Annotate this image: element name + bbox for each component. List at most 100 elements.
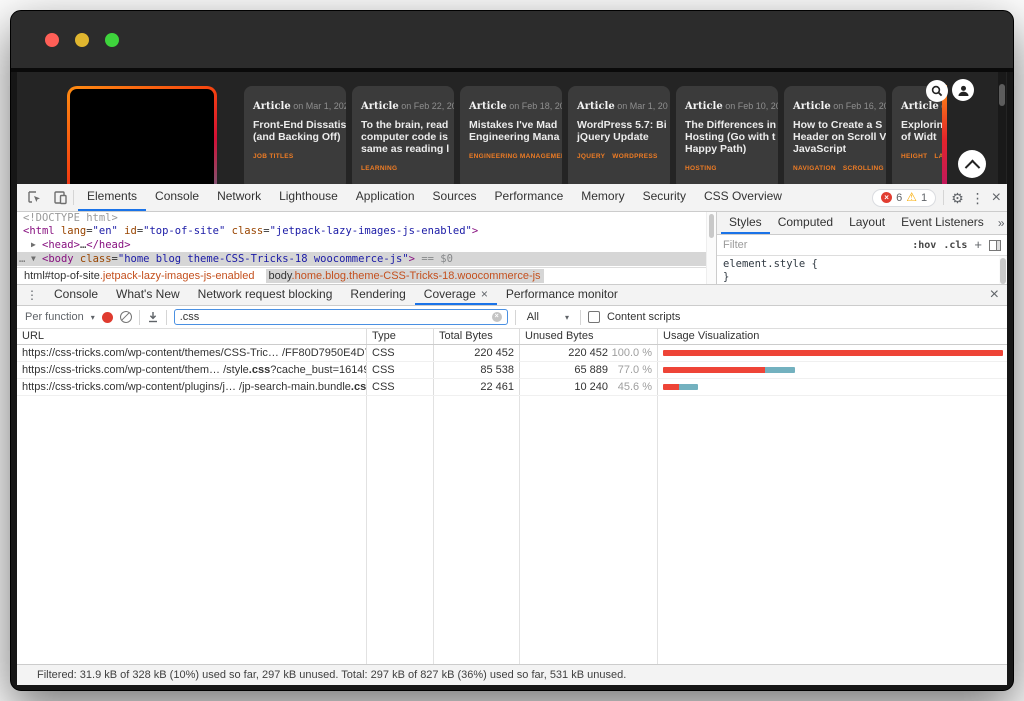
drawer-tab-console[interactable]: Console [45, 285, 107, 305]
drawer-tab-rendering[interactable]: Rendering [341, 285, 414, 305]
drawer-tab-performance-monitor[interactable]: Performance monitor [497, 285, 627, 305]
sidebar-tab-styles[interactable]: Styles [721, 212, 770, 234]
article-card[interactable]: Article on Mar 1, 20WordPress 5.7: BijQu… [568, 86, 670, 184]
article-tag-link[interactable]: JQUERY [577, 153, 605, 160]
new-style-rule-button[interactable]: + [974, 239, 982, 251]
record-coverage-button[interactable] [102, 312, 113, 323]
devtools-close-icon[interactable]: × [992, 191, 1001, 205]
scroll-to-top-button[interactable] [958, 150, 986, 178]
usage-bar-unused [663, 350, 1003, 356]
account-button[interactable] [952, 79, 974, 101]
tab-sources[interactable]: Sources [424, 184, 486, 211]
article-tag-link[interactable]: HEIGHT [901, 153, 927, 160]
breadcrumb-item[interactable]: html#top-of-site.jetpack-lazy-images-js-… [21, 269, 258, 283]
featured-card[interactable] [67, 86, 217, 184]
tab-css-overview[interactable]: CSS Overview [695, 184, 791, 211]
article-title-line: To the brain, read [361, 119, 445, 131]
traffic-light-minimize-button[interactable] [75, 33, 89, 47]
settings-gear-icon[interactable]: ⚙ [951, 191, 964, 205]
sidebar-tab-computed[interactable]: Computed [770, 212, 841, 234]
issues-badge[interactable]: × 6 ⚠ 1 [872, 189, 936, 207]
article-tag-link[interactable]: SCROLLING [843, 165, 884, 172]
article-tag-link[interactable]: LAY [934, 153, 942, 160]
usage-bar-used [765, 367, 795, 373]
article-tag-link[interactable]: ENGINEERING MANAGEMENT [469, 153, 562, 160]
traffic-light-zoom-button[interactable] [105, 33, 119, 47]
page-scrollbar-thumb[interactable] [999, 84, 1005, 106]
breadcrumb-item[interactable]: body.home.blog.theme-CSS-Tricks-18.wooco… [266, 269, 544, 283]
column-header-usage-visualization[interactable]: Usage Visualization [658, 329, 1007, 344]
article-card[interactable]: Article on Feb 22, 20To the brain, readc… [352, 86, 454, 184]
tab-network[interactable]: Network [208, 184, 270, 211]
page-scrollbar[interactable] [998, 72, 1006, 184]
url-cell[interactable]: https://css-tricks.com/wp-content/them… … [17, 362, 367, 378]
search-button[interactable] [926, 80, 948, 102]
tab-lighthouse[interactable]: Lighthouse [270, 184, 347, 211]
tab-security[interactable]: Security [634, 184, 695, 211]
styles-filter-input[interactable]: Filter [723, 239, 905, 251]
expand-arrow-icon[interactable]: ▶ [31, 238, 42, 251]
article-tag-link[interactable]: NAVIGATION [793, 165, 836, 172]
tab-application[interactable]: Application [347, 184, 424, 211]
toggle-class-button[interactable]: .cls [943, 240, 967, 251]
styles-scrollbar[interactable] [999, 256, 1007, 284]
close-icon[interactable]: × [481, 285, 488, 303]
tab-memory[interactable]: Memory [572, 184, 633, 211]
drawer-tab-coverage[interactable]: Coverage× [415, 285, 497, 305]
type-filter-select[interactable]: All ▾ [523, 311, 573, 323]
content-scripts-checkbox[interactable] [588, 311, 600, 323]
drawer-menu-icon[interactable]: ⋮ [19, 288, 45, 302]
sidebar-tab-event-listeners[interactable]: Event Listeners [893, 212, 992, 234]
table-row[interactable]: https://css-tricks.com/wp-content/themes… [17, 345, 1007, 362]
article-card[interactable]: Article on Feb 10, 20The Differences inH… [676, 86, 778, 184]
tab-console[interactable]: Console [146, 184, 208, 211]
article-tag-link[interactable]: JOB TITLES [253, 153, 294, 160]
traffic-light-close-button[interactable] [45, 33, 59, 47]
computed-panel-icon[interactable] [989, 240, 1001, 251]
sidebar-tab-layout[interactable]: Layout [841, 212, 893, 234]
sidebar-more-tabs-icon[interactable]: » [992, 216, 1011, 230]
expand-arrow-open-icon[interactable]: ▼ [31, 252, 42, 265]
element-style-rule[interactable]: element.style { [723, 258, 1001, 271]
article-tag-link[interactable]: HOSTING [685, 165, 717, 172]
url-cell[interactable]: https://css-tricks.com/wp-content/themes… [17, 345, 367, 361]
article-card[interactable]: Article on Mar 1, 202Front-End Dissatis(… [244, 86, 346, 184]
article-tag-link[interactable]: LEARNING [361, 165, 397, 172]
toggle-hover-state-button[interactable]: :hov [912, 240, 936, 251]
dom-node[interactable]: <div id="top-of-site-pixel-anchor"></div… [17, 266, 706, 267]
article-tag-link[interactable]: WORDPRESS [612, 153, 657, 160]
dom-node[interactable]: <html lang="en" id="top-of-site" class="… [17, 225, 706, 238]
device-toolbar-button[interactable] [47, 188, 73, 208]
dom-node[interactable]: <!DOCTYPE html> [17, 212, 706, 225]
tab-performance[interactable]: Performance [486, 184, 573, 211]
tab-elements[interactable]: Elements [78, 184, 146, 211]
drawer-tab-network-request-blocking[interactable]: Network request blocking [189, 285, 342, 305]
drawer-tab-label: Performance monitor [506, 285, 618, 303]
dom-node[interactable]: …▼<body class="home blog theme-CSS-Trick… [17, 252, 706, 266]
export-coverage-button[interactable] [147, 311, 159, 323]
dom-scrollbar-thumb[interactable] [709, 214, 714, 238]
drawer-tab-what-s-new[interactable]: What's New [107, 285, 189, 305]
article-card[interactable]: Article on Feb 16, 20How to Create a SHe… [784, 86, 886, 184]
clear-coverage-button[interactable] [120, 311, 132, 323]
dom-scrollbar[interactable] [706, 212, 716, 284]
drawer-close-icon[interactable]: × [990, 288, 999, 302]
column-header-type[interactable]: Type [367, 329, 434, 344]
kebab-menu-icon[interactable]: ⋮ [971, 191, 985, 205]
table-row[interactable]: https://css-tricks.com/wp-content/them… … [17, 362, 1007, 379]
url-filter-input[interactable]: .css × [174, 309, 508, 325]
clear-filter-icon[interactable]: × [492, 312, 502, 322]
table-row[interactable]: https://css-tricks.com/wp-content/plugin… [17, 379, 1007, 396]
column-header-url[interactable]: URL [17, 329, 367, 344]
column-header-unused-bytes[interactable]: Unused Bytes [520, 329, 658, 344]
dom-node[interactable]: ▶<head>…</head> [17, 238, 706, 252]
usage-bar-cell [658, 379, 1007, 395]
coverage-mode-select[interactable]: Per function [25, 311, 84, 323]
article-card[interactable]: Article on Feb 18, 20Mistakes I've MadEn… [460, 86, 562, 184]
url-text: https://css-tricks.com/wp-content/plugin… [22, 381, 351, 393]
column-header-total-bytes[interactable]: Total Bytes [434, 329, 520, 344]
styles-scrollbar-thumb[interactable] [1000, 258, 1006, 284]
url-cell[interactable]: https://css-tricks.com/wp-content/plugin… [17, 379, 367, 395]
inspect-element-button[interactable] [21, 188, 47, 208]
article-tags: HEIGHTLAY [901, 150, 933, 161]
